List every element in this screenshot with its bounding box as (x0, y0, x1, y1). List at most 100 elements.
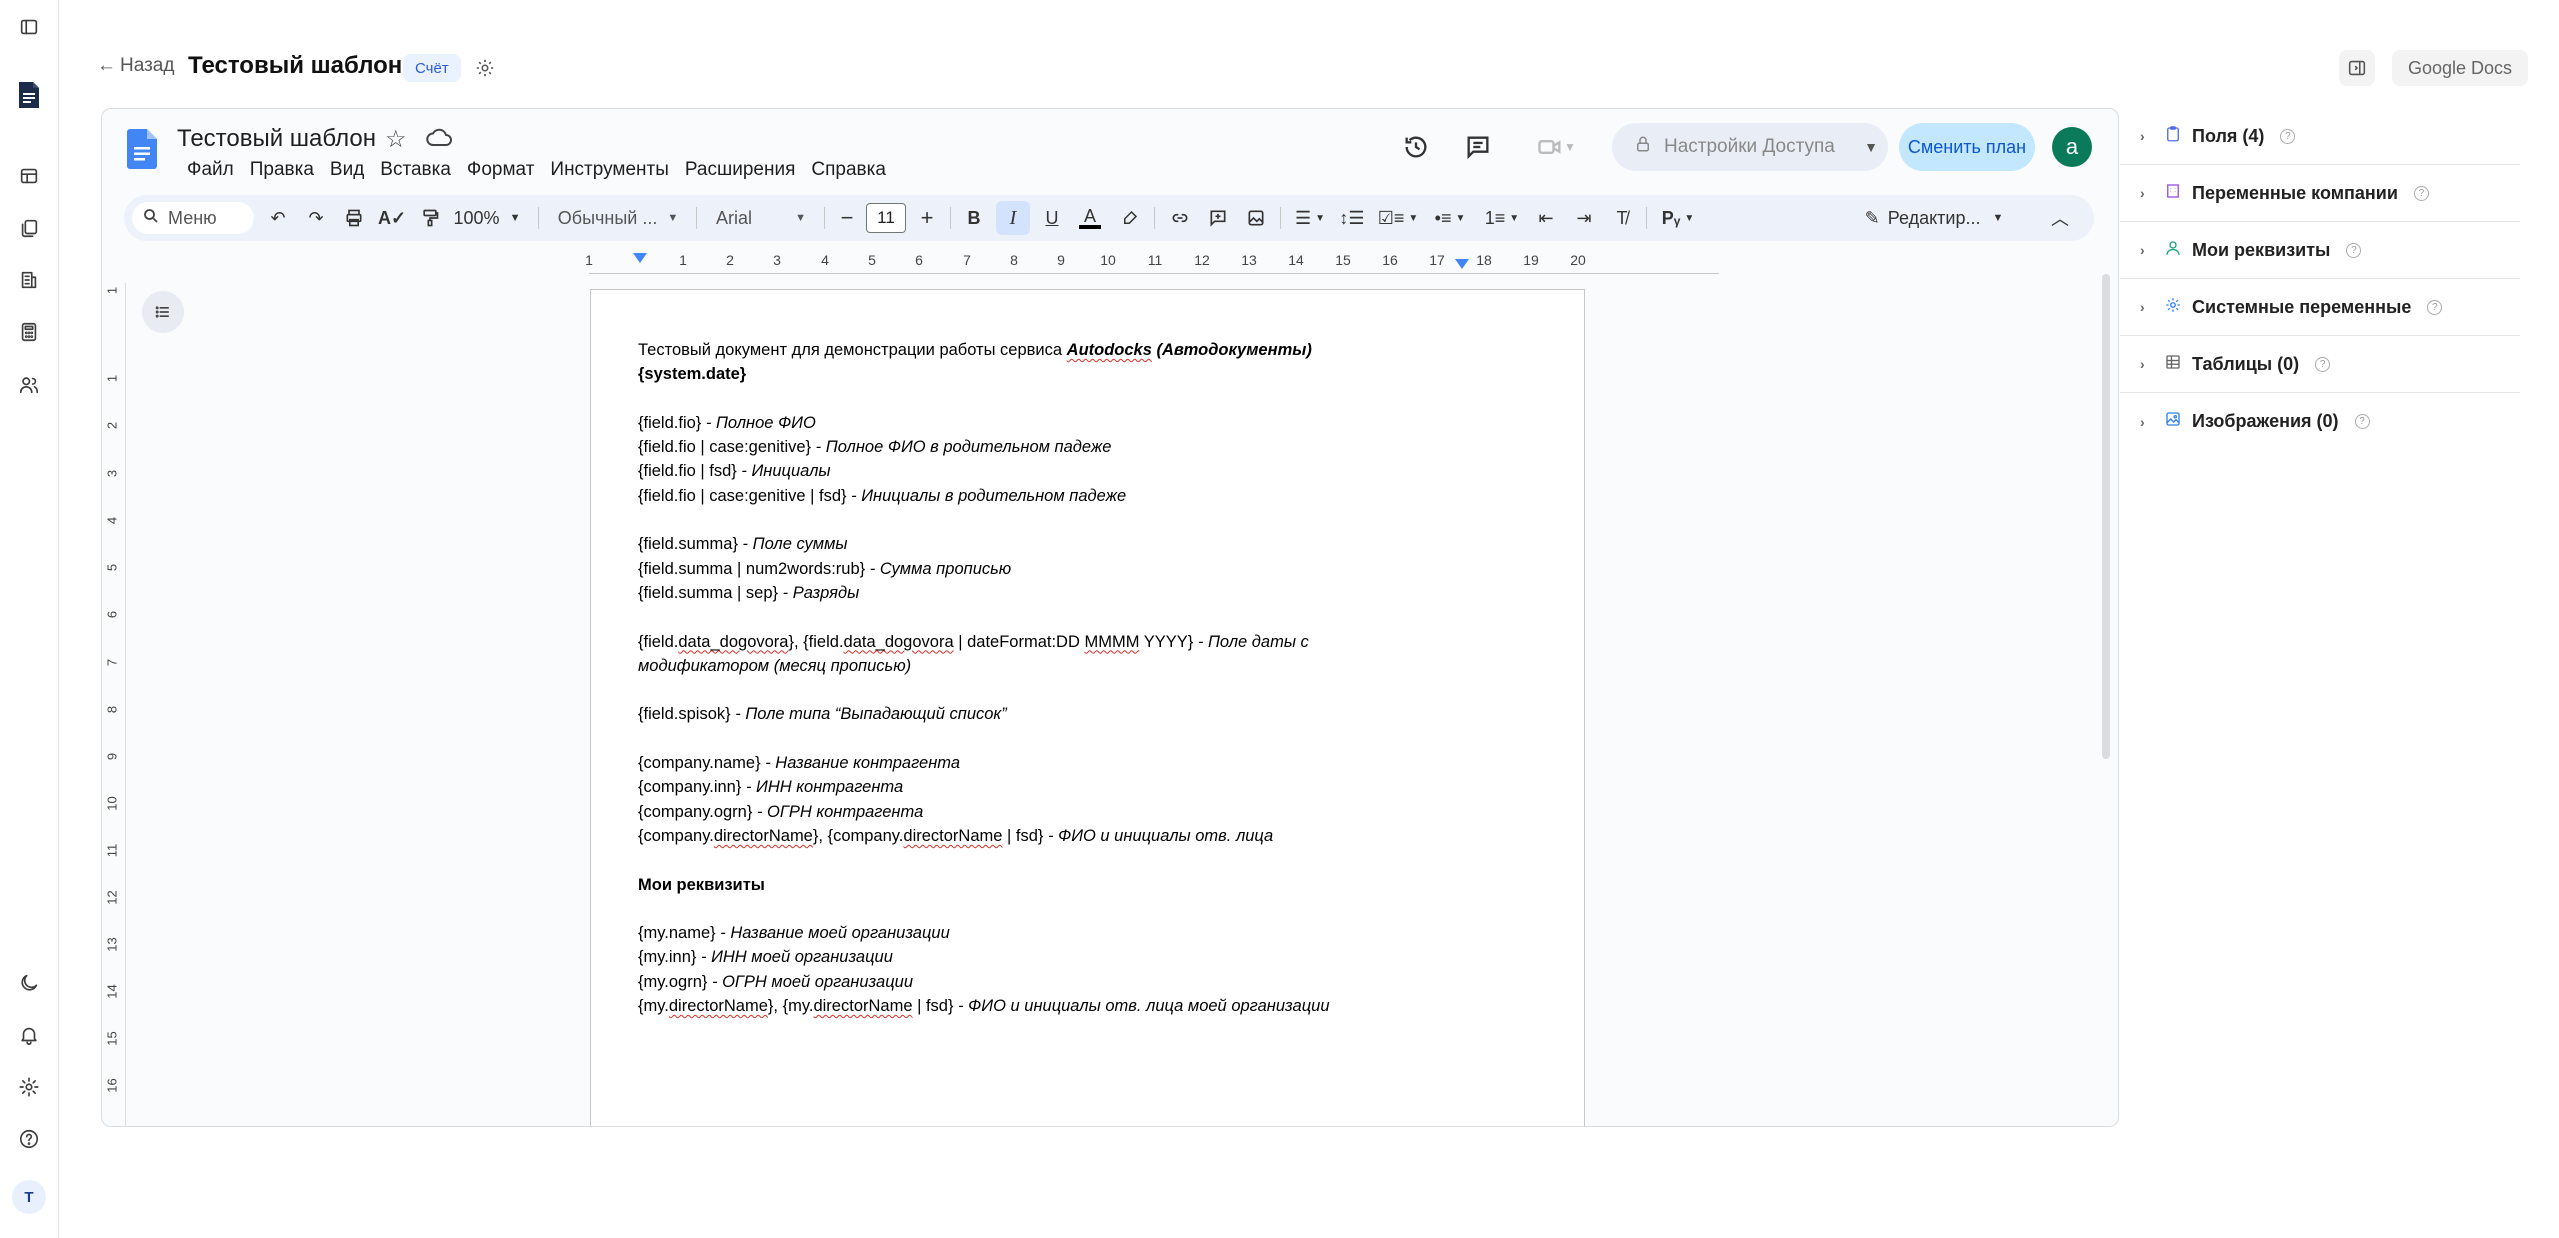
menu-extensions[interactable]: Расширения (677, 155, 804, 185)
menu-file[interactable]: Файл (179, 155, 242, 185)
menu-format[interactable]: Формат (459, 155, 543, 185)
text-color-button[interactable]: A (1074, 195, 1106, 241)
horizontal-ruler[interactable]: 1 1 2 3 4 5 6 7 8 9 10 11 12 13 14 15 16… (585, 249, 1719, 274)
editing-mode-select[interactable]: ✎ Редактир... ▼ (1854, 195, 2014, 241)
menu-view[interactable]: Вид (322, 155, 372, 185)
bell-icon[interactable] (12, 1018, 46, 1052)
pencil-icon: ✎ (1864, 207, 1880, 228)
sidebar-toggle-icon[interactable] (12, 10, 46, 44)
panel-section-label: Мои реквизиты (2192, 239, 2331, 260)
increase-indent-icon[interactable]: ⇥ (1568, 195, 1600, 241)
help-icon[interactable]: ? (2346, 242, 2362, 258)
undo-icon[interactable]: ↶ (262, 195, 294, 241)
line-spacing-icon[interactable]: ↕☰ (1336, 195, 1368, 241)
var-code: directorName (668, 997, 768, 1016)
meet-video-icon[interactable]: ▼ (1526, 129, 1586, 165)
ruler-number: 8 (1010, 252, 1018, 268)
font-size-increase-button[interactable]: + (912, 195, 942, 241)
doc-line: {field.spisok} - Поле типа “Выпадающий с… (638, 702, 1538, 726)
document-page[interactable]: Тестовый документ для демонстрации работ… (590, 289, 1585, 1126)
dashboard-icon[interactable] (12, 159, 46, 193)
chevron-right-icon: › (2140, 128, 2145, 144)
font-size-decrease-button[interactable]: − (832, 195, 862, 241)
calculator-icon[interactable] (12, 315, 46, 349)
font-family-select[interactable]: Arial ▼ (706, 195, 816, 241)
insert-link-icon[interactable] (1164, 195, 1196, 241)
ruler-number: 1 (679, 252, 687, 268)
gdocs-document-title[interactable]: Тестовый шаблон (177, 125, 376, 153)
chevron-right-icon: › (2140, 299, 2145, 315)
panel-section-fields[interactable]: › Поля (4) ? (2120, 108, 2520, 165)
gdocs-account-avatar[interactable]: a (2052, 127, 2092, 167)
vruler-number: 1 (104, 286, 120, 295)
highlight-pen-icon[interactable] (1114, 195, 1146, 241)
document-outline-icon[interactable] (142, 291, 184, 333)
menu-help[interactable]: Справка (803, 155, 894, 185)
panel-section-tables[interactable]: › Таблицы (0) ? (2120, 336, 2520, 393)
zoom-select[interactable]: 100% ▼ (452, 195, 522, 241)
align-select-icon[interactable]: ☰ ▼ (1288, 195, 1332, 241)
clipboard-icon (2164, 125, 2182, 148)
back-link[interactable]: ← Назад (97, 55, 174, 77)
var-code: {field.summa | sep} (638, 583, 779, 602)
menu-insert[interactable]: Вставка (372, 155, 459, 185)
redo-icon[interactable]: ↷ (300, 195, 332, 241)
bulleted-list-icon[interactable]: •≡ ▼ (1426, 195, 1474, 241)
change-plan-button[interactable]: Сменить план (1899, 123, 2035, 171)
document-logo-icon[interactable] (12, 76, 46, 114)
moon-icon[interactable] (12, 966, 46, 1000)
users-icon[interactable] (12, 368, 46, 402)
building-icon[interactable] (12, 263, 46, 297)
ruler-number: 3 (773, 252, 781, 268)
google-docs-button[interactable]: Google Docs (2392, 50, 2529, 86)
menu-edit[interactable]: Правка (242, 155, 322, 185)
documents-icon[interactable] (12, 211, 46, 245)
help-icon[interactable]: ? (2315, 356, 2331, 372)
document-body[interactable]: Тестовый документ для демонстрации работ… (638, 338, 1538, 1018)
italic-button[interactable]: I (996, 201, 1030, 235)
spellcheck-icon[interactable]: A✓ (376, 195, 408, 241)
gdocs-menu-bar: Файл Правка Вид Вставка Формат Инструмен… (179, 155, 894, 185)
help-icon[interactable]: ? (2354, 414, 2370, 429)
vertical-ruler[interactable]: 1 1 2 3 4 5 6 7 8 9 10 11 12 13 14 15 16 (102, 283, 126, 1126)
template-settings-icon[interactable] (471, 54, 499, 82)
bold-button[interactable]: B (958, 195, 990, 241)
help-icon[interactable]: ? (2427, 299, 2443, 315)
access-settings-button[interactable]: Настройки Доступа ▼ (1612, 123, 1888, 171)
panel-section-label: Поля (4) (2192, 125, 2265, 146)
side-panel-toggle-icon[interactable] (2339, 50, 2375, 86)
decrease-indent-icon[interactable]: ⇤ (1530, 195, 1562, 241)
numbered-list-icon[interactable]: 1≡ ▼ (1478, 195, 1526, 241)
help-icon[interactable]: ? (2413, 185, 2429, 201)
font-size-input[interactable]: 11 (866, 203, 906, 233)
input-tools-icon[interactable]: Pᵧ ▼ (1654, 195, 1702, 241)
star-icon[interactable]: ☆ (385, 125, 407, 154)
collapse-menu-icon[interactable]: ︿ (2042, 195, 2078, 241)
paint-format-icon[interactable] (414, 195, 446, 241)
help-icon[interactable]: ? (2280, 128, 2296, 144)
panel-section-company-vars[interactable]: › Переменные компании ? (2120, 165, 2520, 222)
var-code: {field.fio | case:genitive} (638, 438, 812, 457)
settings-icon[interactable] (12, 1070, 46, 1104)
panel-section-images[interactable]: › Изображения (0) ? (2120, 393, 2520, 450)
paragraph-style-select[interactable]: Обычный ... ▼ (548, 195, 688, 241)
menu-search[interactable]: Меню (132, 202, 254, 234)
help-icon[interactable] (12, 1122, 46, 1156)
panel-section-system-vars[interactable]: › Системные переменные ? (2120, 279, 2520, 336)
checklist-icon[interactable]: ☑≡ ▼ (1374, 195, 1422, 241)
underline-button[interactable]: U (1036, 195, 1068, 241)
clear-formatting-icon[interactable]: T̸ (1606, 195, 1638, 241)
add-comment-icon[interactable] (1202, 195, 1234, 241)
document-scrollbar[interactable] (2102, 274, 2110, 759)
google-docs-logo-icon[interactable] (127, 129, 157, 169)
left-indent-marker-icon[interactable] (633, 253, 647, 263)
menu-tools[interactable]: Инструменты (542, 155, 676, 185)
version-history-icon[interactable] (1398, 129, 1434, 165)
cloud-saved-icon[interactable] (425, 125, 455, 153)
insert-image-icon[interactable] (1240, 195, 1272, 241)
print-icon[interactable] (338, 195, 370, 241)
panel-section-my-details[interactable]: › Мои реквизиты ? (2120, 222, 2520, 279)
comments-icon[interactable] (1460, 129, 1496, 165)
right-indent-marker-icon[interactable] (1455, 259, 1469, 269)
user-avatar[interactable]: T (12, 1180, 46, 1214)
